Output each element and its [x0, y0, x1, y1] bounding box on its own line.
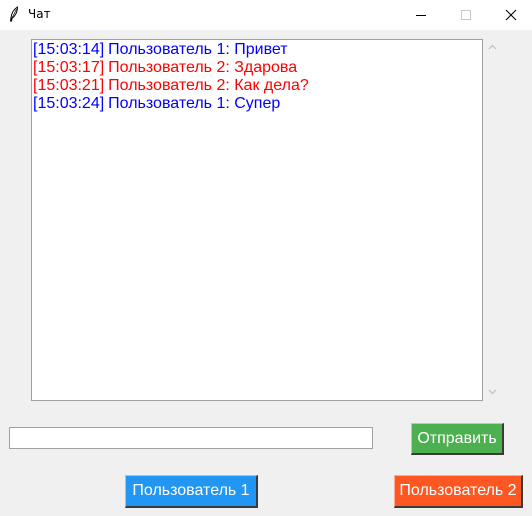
minimize-button[interactable] — [398, 0, 444, 30]
message-text: Пользователь 1: Супер — [108, 95, 281, 112]
user2-button[interactable]: Пользователь 2 — [394, 475, 523, 508]
window-title: Чат — [28, 7, 51, 21]
minimize-icon — [416, 15, 426, 16]
message-timestamp: [15:03:21] — [33, 77, 105, 94]
chat-message: [15:03:24] Пользователь 1: Супер — [33, 95, 482, 113]
scroll-up-icon[interactable] — [488, 43, 497, 52]
chat-message: [15:03:21] Пользователь 2: Как дела? — [33, 77, 482, 95]
maximize-icon — [461, 10, 471, 20]
user1-button[interactable]: Пользователь 1 — [125, 475, 258, 508]
scroll-down-icon[interactable] — [488, 387, 497, 396]
close-button[interactable] — [488, 0, 532, 30]
chat-message: [15:03:17] Пользователь 2: Здарова — [33, 59, 482, 77]
send-button[interactable]: Отправить — [411, 423, 504, 455]
message-timestamp: [15:03:14] — [33, 41, 105, 58]
message-text: Пользователь 2: Здарова — [108, 59, 298, 76]
chat-history[interactable]: [15:03:14] Пользователь 1: Привет [15:03:1… — [31, 39, 483, 401]
chat-scrollbar[interactable] — [484, 39, 501, 401]
maximize-button[interactable] — [443, 0, 489, 30]
close-icon — [505, 9, 517, 21]
message-timestamp: [15:03:17] — [33, 59, 105, 76]
title-bar: Чат — [0, 0, 532, 30]
message-text: Пользователь 2: Как дела? — [108, 77, 309, 94]
chat-message: [15:03:14] Пользователь 1: Привет — [33, 41, 482, 59]
message-timestamp: [15:03:24] — [33, 95, 105, 112]
message-text: Пользователь 1: Привет — [108, 41, 288, 58]
message-input[interactable] — [9, 427, 373, 449]
feather-icon — [9, 6, 19, 22]
